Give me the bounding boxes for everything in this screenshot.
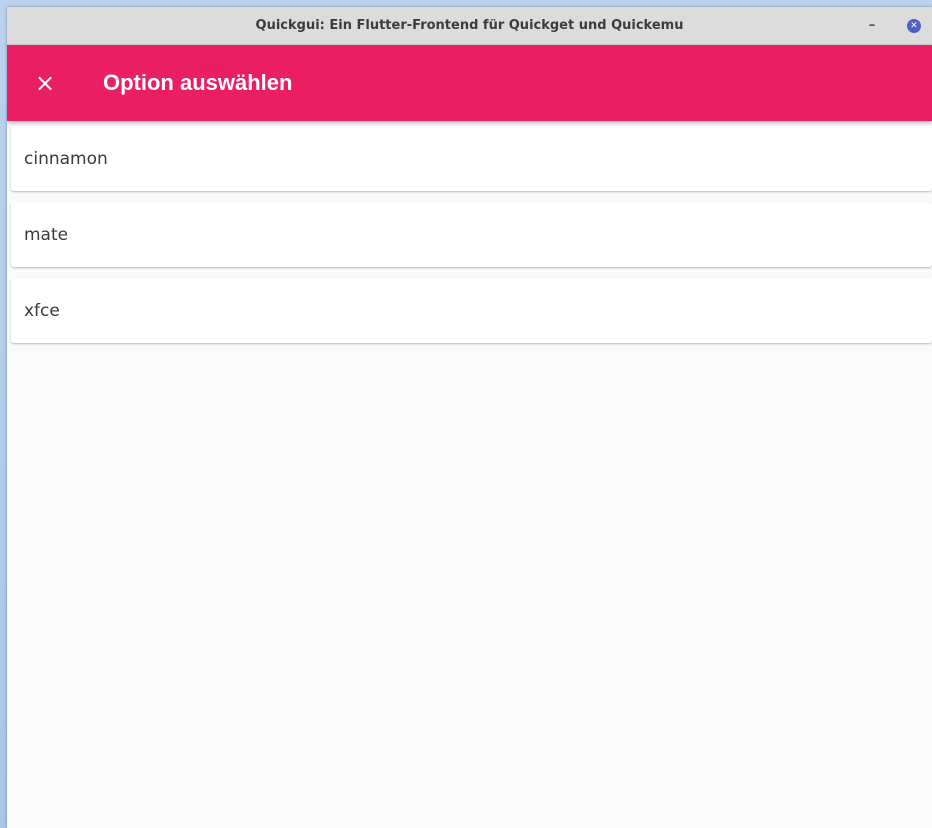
option-item-cinnamon[interactable]: cinnamon [11,126,932,191]
close-icon: × [34,69,56,97]
window-close-button[interactable]: ✕ [903,7,925,44]
page-title: Option auswählen [103,70,293,95]
app-bar: × Option auswählen [7,45,932,121]
option-label: mate [24,224,69,245]
option-item-xfce[interactable]: xfce [11,278,932,343]
option-item-mate[interactable]: mate [11,202,932,267]
close-dialog-button[interactable]: × [29,65,61,101]
close-icon: ✕ [907,18,921,33]
app-window: Quickgui: Ein Flutter-Frontend für Quick… [7,7,932,828]
window-title: Quickgui: Ein Flutter-Frontend für Quick… [255,18,684,33]
option-label: cinnamon [24,148,108,169]
minimize-icon: – [868,18,876,33]
option-label: xfce [24,300,60,321]
window-titlebar[interactable]: Quickgui: Ein Flutter-Frontend für Quick… [7,7,932,45]
option-list: cinnamon mate xfce [7,121,932,343]
minimize-button[interactable]: – [863,7,881,44]
